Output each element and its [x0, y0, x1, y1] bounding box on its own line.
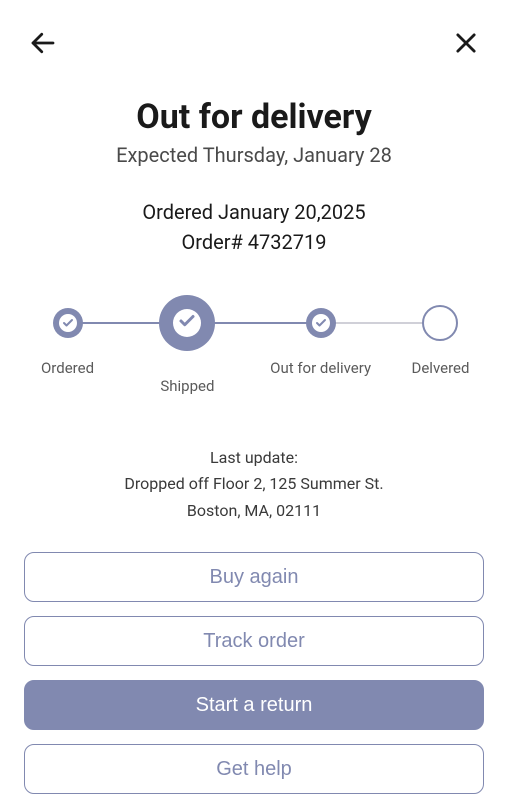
- topbar: [0, 0, 508, 65]
- update-heading: Last update:: [24, 445, 484, 471]
- progress-step-ordered: [53, 308, 83, 338]
- ordered-date: Ordered January 20,2025: [24, 197, 484, 227]
- get-help-button[interactable]: Get help: [24, 744, 484, 794]
- step-label: Out for delivery: [270, 359, 371, 377]
- expected-date: Expected Thursday, January 28: [24, 143, 484, 167]
- step-label: Shipped: [160, 377, 214, 395]
- close-button[interactable]: [448, 25, 484, 64]
- order-number: Order# 4732719: [24, 227, 484, 257]
- track-order-button[interactable]: Track order: [24, 616, 484, 666]
- page-title: Out for delivery: [24, 97, 484, 137]
- order-meta: Ordered January 20,2025 Order# 4732719: [24, 197, 484, 257]
- progress-step-out-for-delivery: [306, 308, 336, 338]
- progress-step-delivered: [422, 305, 458, 341]
- step-label: Delvered: [412, 359, 470, 377]
- update-line: Dropped off Floor 2, 125 Summer St.: [24, 471, 484, 497]
- action-buttons: Buy again Track order Start a return Get…: [24, 552, 484, 794]
- update-line: Boston, MA, 02111: [24, 498, 484, 524]
- close-icon: [452, 29, 480, 60]
- check-icon: [62, 314, 74, 333]
- progress-tracker: Ordered Shipped Out for delivery Delvere…: [24, 293, 484, 389]
- buy-again-button[interactable]: Buy again: [24, 552, 484, 602]
- check-icon: [315, 314, 327, 333]
- last-update: Last update: Dropped off Floor 2, 125 Su…: [24, 445, 484, 524]
- progress-step-shipped: [159, 295, 215, 351]
- start-return-button[interactable]: Start a return: [24, 680, 484, 730]
- back-arrow-icon: [28, 28, 58, 61]
- step-label: Ordered: [41, 359, 94, 377]
- back-button[interactable]: [24, 24, 62, 65]
- check-icon: [178, 312, 196, 334]
